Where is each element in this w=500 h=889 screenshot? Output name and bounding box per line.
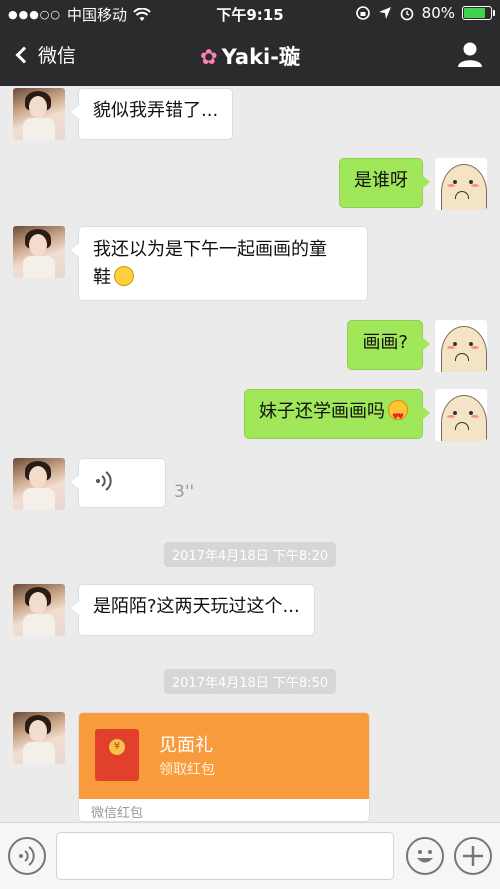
contact-avatar[interactable] [13, 712, 65, 764]
message-bubble[interactable]: 我还以为是下午一起画画的童 鞋 [71, 226, 368, 301]
red-packet-message[interactable]: ¥ 见面礼 领取红包 微信红包 [78, 712, 370, 822]
message-bubble[interactable]: 画画? [347, 320, 430, 370]
battery-icon [462, 6, 495, 20]
chat-title-text: Yaki-璇 [221, 45, 300, 69]
my-avatar[interactable] [435, 158, 487, 210]
voice-waves-icon [96, 471, 112, 491]
avatar-dress [23, 488, 55, 510]
voice-toggle-icon [19, 846, 35, 866]
avatar-blush [471, 184, 479, 187]
contact-profile-icon[interactable] [456, 40, 484, 68]
worried-face-icon [114, 266, 134, 286]
input-bar [0, 822, 500, 889]
avatar-dress [23, 256, 55, 278]
my-avatar[interactable] [435, 389, 487, 441]
avatar-face [29, 234, 47, 256]
timestamp-pill: 2017年4月18日 下午8:50 [163, 669, 337, 694]
avatar-dress [23, 614, 55, 636]
message-text: 貌似我弄错了... [93, 100, 219, 121]
nav-bar: 微信 ✿ Yaki-璇 [0, 30, 500, 86]
location-icon [378, 7, 391, 19]
avatar-face [29, 466, 47, 488]
chat-area[interactable]: 貌似我弄错了... 是谁呀 我还以为是下午一起画画的童 鞋 画画? 妹子还学画画… [0, 86, 500, 822]
avatar-dress [23, 742, 55, 764]
avatar-face [29, 720, 47, 742]
status-bar: ●●●○○ 中国移动 下午9:15 80% [0, 0, 500, 28]
message-text: 画画? [362, 332, 408, 353]
message-text: 是谁呀 [354, 170, 408, 191]
red-envelope-icon: ¥ [95, 729, 139, 781]
avatar-blush [471, 346, 479, 349]
avatar-face [29, 96, 47, 118]
avatar-blush [447, 415, 455, 418]
status-right: 80% [355, 4, 495, 22]
alarm-icon [400, 7, 413, 21]
heart-eyes-face-icon [388, 400, 408, 431]
message-bubble[interactable]: 是谁呀 [339, 158, 430, 208]
red-packet-title: 见面礼 [159, 735, 213, 756]
avatar-blush [447, 184, 455, 187]
message-text-line: 我还以为是下午一起画画的童 [93, 239, 327, 260]
battery-percent: 80% [421, 4, 455, 22]
emoji-button[interactable] [406, 837, 444, 875]
avatar-face [29, 592, 47, 614]
avatar-mouth [455, 353, 469, 361]
my-avatar[interactable] [435, 320, 487, 372]
message-text: 妹子还学画画吗 [259, 401, 385, 422]
message-text: 是陌陌?这两天玩过这个... [93, 596, 300, 617]
avatar-mouth [455, 422, 469, 430]
contact-avatar[interactable] [13, 458, 65, 510]
message-bubble[interactable]: 是陌陌?这两天玩过这个... [71, 584, 315, 636]
message-bubble[interactable]: 貌似我弄错了... [70, 88, 234, 140]
message-text-line: 鞋 [93, 267, 111, 288]
emoji-icon [417, 850, 433, 863]
plus-icon [463, 846, 483, 866]
red-packet-footer: 微信红包 [91, 806, 144, 821]
timestamp-pill: 2017年4月18日 下午8:20 [163, 542, 337, 567]
voice-message-bubble[interactable] [71, 458, 166, 508]
cherry-blossom-icon: ✿ [200, 45, 218, 69]
contact-avatar[interactable] [13, 584, 65, 636]
avatar-head [441, 164, 487, 210]
message-bubble[interactable]: 妹子还学画画吗 [244, 389, 430, 439]
coin-icon: ¥ [109, 739, 125, 755]
avatar-blush [471, 415, 479, 418]
plus-button[interactable] [454, 837, 492, 875]
avatar-mouth [455, 191, 469, 199]
contact-avatar[interactable] [13, 88, 65, 140]
avatar-head [441, 395, 487, 441]
battery-fill [464, 8, 485, 18]
message-input[interactable] [56, 832, 394, 880]
chat-title: ✿ Yaki-璇 [0, 41, 500, 71]
voice-toggle-button[interactable] [8, 837, 46, 875]
avatar-head [441, 326, 487, 372]
contact-avatar[interactable] [13, 226, 65, 278]
top-bar: ●●●○○ 中国移动 下午9:15 80% 微信 ✿ Yaki-璇 [0, 0, 500, 86]
avatar-blush [447, 346, 455, 349]
avatar-dress [23, 118, 55, 140]
red-packet-subtitle: 领取红包 [159, 762, 215, 778]
voice-duration: 3'' [174, 482, 195, 502]
orientation-lock-icon [355, 6, 370, 20]
